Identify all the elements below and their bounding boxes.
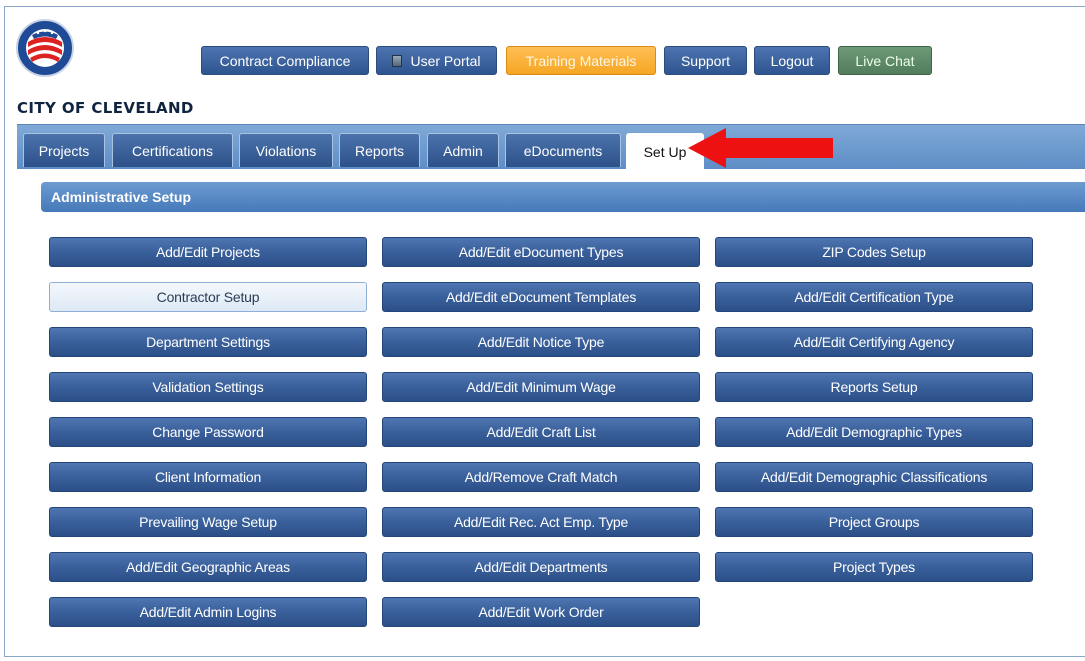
tab-edocuments[interactable]: eDocuments xyxy=(505,133,621,167)
contract-compliance-label: Contract Compliance xyxy=(219,52,351,69)
red-arrow-annotation xyxy=(688,128,833,168)
reports-setup-button[interactable]: Reports Setup xyxy=(715,372,1033,402)
client-information-button[interactable]: Client Information xyxy=(49,462,367,492)
prevailing-wage-setup-button[interactable]: Prevailing Wage Setup xyxy=(49,507,367,537)
department-settings-button[interactable]: Department Settings xyxy=(49,327,367,357)
add-edit-rec-act-emp-type-button[interactable]: Add/Edit Rec. Act Emp. Type xyxy=(382,507,700,537)
support-label: Support xyxy=(680,52,731,69)
main-tab-bar: Projects Certifications Violations Repor… xyxy=(17,124,1085,169)
add-edit-demographic-types-button[interactable]: Add/Edit Demographic Types xyxy=(715,417,1033,447)
tab-projects[interactable]: Projects xyxy=(23,133,105,167)
training-materials-button[interactable]: Training Materials xyxy=(506,46,656,75)
zip-codes-setup-button[interactable]: ZIP Codes Setup xyxy=(715,237,1033,267)
section-title: Administrative Setup xyxy=(51,189,192,205)
add-edit-departments-button[interactable]: Add/Edit Departments xyxy=(382,552,700,582)
change-password-button[interactable]: Change Password xyxy=(49,417,367,447)
user-portal-button[interactable]: User Portal xyxy=(376,46,497,75)
tab-violations[interactable]: Violations xyxy=(239,133,333,167)
add-edit-demographic-classifications-button[interactable]: Add/Edit Demographic Classifications xyxy=(715,462,1033,492)
support-button[interactable]: Support xyxy=(664,46,747,75)
training-materials-label: Training Materials xyxy=(525,52,637,69)
tab-certifications[interactable]: Certifications xyxy=(112,133,233,167)
logout-button[interactable]: Logout xyxy=(754,46,830,75)
add-edit-projects-button[interactable]: Add/Edit Projects xyxy=(49,237,367,267)
tab-reports[interactable]: Reports xyxy=(339,133,420,167)
live-chat-label: Live Chat xyxy=(855,52,915,69)
add-edit-craft-list-button[interactable]: Add/Edit Craft List xyxy=(382,417,700,447)
add-edit-notice-type-button[interactable]: Add/Edit Notice Type xyxy=(382,327,700,357)
live-chat-button[interactable]: Live Chat xyxy=(838,46,932,75)
add-edit-edocument-types-button[interactable]: Add/Edit eDocument Types xyxy=(382,237,700,267)
validation-settings-button[interactable]: Validation Settings xyxy=(49,372,367,402)
project-types-button[interactable]: Project Types xyxy=(715,552,1033,582)
logout-label: Logout xyxy=(770,52,814,69)
user-portal-label: User Portal xyxy=(410,52,481,69)
add-edit-geographic-areas-button[interactable]: Add/Edit Geographic Areas xyxy=(49,552,367,582)
add-edit-certification-type-button[interactable]: Add/Edit Certification Type xyxy=(715,282,1033,312)
project-groups-button[interactable]: Project Groups xyxy=(715,507,1033,537)
tab-admin[interactable]: Admin xyxy=(427,133,499,167)
contractor-setup-button[interactable]: Contractor Setup xyxy=(49,282,367,312)
add-edit-certifying-agency-button[interactable]: Add/Edit Certifying Agency xyxy=(715,327,1033,357)
add-edit-edocument-templates-button[interactable]: Add/Edit eDocument Templates xyxy=(382,282,700,312)
portal-icon xyxy=(392,54,403,67)
add-edit-minimum-wage-button[interactable]: Add/Edit Minimum Wage xyxy=(382,372,700,402)
add-remove-craft-match-button[interactable]: Add/Remove Craft Match xyxy=(382,462,700,492)
section-header: Administrative Setup xyxy=(41,182,1085,212)
contract-compliance-button[interactable]: Contract Compliance xyxy=(201,46,369,75)
city-seal-logo xyxy=(16,19,74,77)
site-name: CITY OF CLEVELAND xyxy=(17,99,194,117)
add-edit-admin-logins-button[interactable]: Add/Edit Admin Logins xyxy=(49,597,367,627)
add-edit-work-order-button[interactable]: Add/Edit Work Order xyxy=(382,597,700,627)
